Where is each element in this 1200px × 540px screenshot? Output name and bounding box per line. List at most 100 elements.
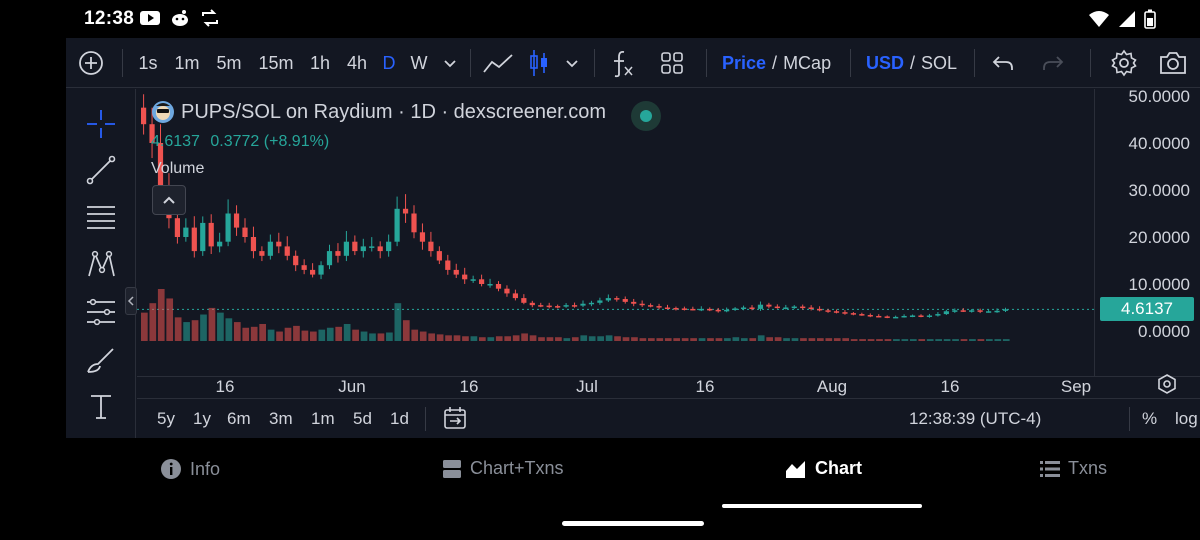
scale-settings-button[interactable]	[1156, 373, 1178, 400]
indicators-button[interactable]	[608, 38, 638, 88]
interval-1m[interactable]: 1m	[172, 38, 202, 88]
range-1y[interactable]: 1y	[193, 409, 211, 429]
interval-d[interactable]: D	[380, 38, 398, 88]
candle-body	[639, 303, 645, 306]
candle-body	[343, 241, 349, 256]
candle-body	[918, 315, 924, 317]
interval-4h[interactable]: 4h	[344, 38, 370, 88]
legend-collapse-button[interactable]	[152, 185, 186, 215]
toolbar-collapse-toggle[interactable]	[125, 287, 137, 315]
live-indicator	[631, 101, 661, 131]
candle-body	[369, 246, 375, 248]
redo-icon	[1043, 56, 1064, 70]
volume-bar	[293, 325, 300, 341]
interval-dropdown[interactable]	[440, 38, 460, 88]
currency-toggle[interactable]: USD / SOL	[866, 38, 958, 88]
candle-body	[673, 307, 679, 310]
text-tool[interactable]	[84, 389, 118, 423]
candles-button[interactable]	[524, 38, 554, 88]
candle-body	[656, 306, 662, 308]
candle-body	[825, 310, 831, 312]
volume-bar	[707, 338, 714, 341]
volume-bar	[833, 338, 841, 341]
price-mcap-separator: /	[772, 52, 778, 73]
candle-body	[386, 241, 392, 252]
time-axis[interactable]: 16 Jun 16 Jul 16 Aug 16 Sep	[137, 373, 1200, 400]
candle-body	[445, 260, 451, 270]
active-tab-indicator	[722, 504, 922, 508]
brush-tool[interactable]	[84, 343, 118, 377]
candle-body	[428, 241, 434, 252]
candle-body	[453, 269, 459, 275]
pattern-tool[interactable]	[84, 247, 118, 281]
sol-option[interactable]: SOL	[921, 53, 957, 74]
interval-w[interactable]: W	[408, 38, 430, 88]
home-gesture-bar[interactable]	[562, 521, 704, 526]
settings-button[interactable]	[1108, 38, 1140, 88]
candle-body	[648, 305, 654, 307]
screenshot-button[interactable]	[1156, 38, 1190, 88]
candle-body	[943, 311, 949, 315]
nav-txns[interactable]: Txns	[1040, 458, 1107, 479]
range-5d[interactable]: 5d	[353, 409, 372, 429]
projection-tool[interactable]	[84, 295, 118, 329]
volume-bar	[943, 339, 951, 341]
range-5y[interactable]: 5y	[157, 409, 175, 429]
chart-app: 1s 1m 5m 15m 1h 4h D W Price / MCap USD …	[66, 38, 1200, 438]
clock-timezone[interactable]: 12:38:39 (UTC-4)	[909, 409, 1041, 429]
percent-scale-toggle[interactable]: %	[1142, 409, 1157, 429]
go-to-date-button[interactable]	[442, 405, 468, 436]
interval-1s[interactable]: 1s	[136, 38, 160, 88]
candle-body	[740, 307, 747, 309]
line-chart-button[interactable]	[480, 38, 516, 88]
candle-body	[174, 218, 180, 237]
nav-chart-txns[interactable]: Chart+Txns	[442, 458, 564, 479]
function-icon	[614, 50, 633, 78]
fib-retracement-tool[interactable]	[84, 201, 118, 235]
crosshair-tool[interactable]	[84, 107, 118, 141]
volume-bar	[360, 331, 368, 341]
candle-body	[859, 314, 865, 316]
nav-info[interactable]: Info	[160, 458, 220, 480]
chart-type-dropdown[interactable]	[562, 38, 582, 88]
interval-15m[interactable]: 15m	[256, 38, 296, 88]
price-scale[interactable]: 50.0000 40.0000 30.0000 20.0000 10.0000 …	[1094, 89, 1200, 376]
area-chart-icon	[786, 460, 805, 478]
text-icon	[91, 395, 111, 419]
candle-body	[141, 107, 147, 125]
chevron-down-icon	[444, 60, 456, 68]
volume-bar	[259, 323, 266, 341]
add-symbol-button[interactable]	[76, 38, 106, 88]
token-logo-icon	[152, 101, 174, 123]
candle-body	[284, 246, 290, 256]
bottom-navigation: Info Chart+Txns Chart Txns	[0, 440, 1200, 500]
range-1d[interactable]: 1d	[390, 409, 409, 429]
price-option[interactable]: Price	[722, 53, 766, 74]
price-mcap-toggle[interactable]: Price / MCap	[722, 38, 832, 88]
candle-body	[360, 246, 366, 252]
nav-chart-label: Chart	[815, 458, 863, 478]
gear-icon	[1111, 49, 1137, 77]
chart-pane[interactable]: PUPS/SOL on Raydium · 1D · dexscreener.c…	[137, 89, 1200, 376]
layout-button[interactable]	[656, 38, 688, 88]
trend-line-tool[interactable]	[84, 153, 118, 187]
volume-bar	[749, 338, 757, 341]
candle-body	[276, 241, 282, 247]
volume-bar	[766, 337, 773, 341]
candle-body	[757, 304, 764, 309]
volume-bar	[648, 338, 655, 341]
interval-1h[interactable]: 1h	[308, 38, 332, 88]
status-bar: 12:38	[0, 0, 1200, 38]
nav-chart[interactable]: Chart	[785, 458, 862, 479]
redo-button[interactable]	[1038, 38, 1068, 88]
range-6m[interactable]: 6m	[227, 409, 251, 429]
mcap-option[interactable]: MCap	[783, 53, 831, 74]
candle-body	[597, 300, 603, 303]
volume-bar	[369, 333, 376, 341]
log-scale-toggle[interactable]: log	[1175, 409, 1198, 429]
usd-option[interactable]: USD	[866, 53, 904, 74]
range-1m[interactable]: 1m	[311, 409, 335, 429]
undo-button[interactable]	[988, 38, 1018, 88]
interval-5m[interactable]: 5m	[214, 38, 244, 88]
range-3m[interactable]: 3m	[269, 409, 293, 429]
